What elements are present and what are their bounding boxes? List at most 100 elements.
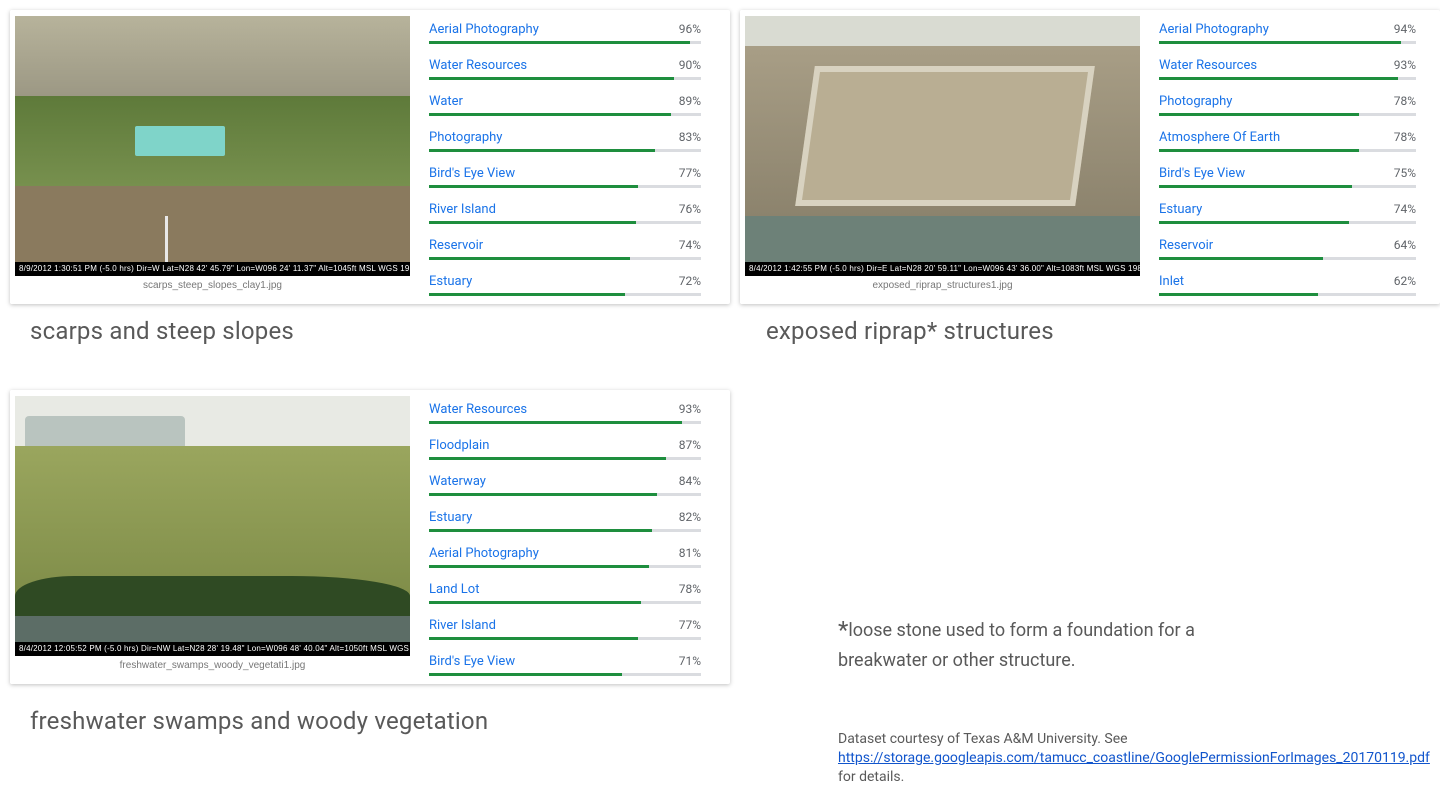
label-row: Water Resources 93% xyxy=(429,396,701,432)
result-card-swamps: 8/4/2012 12:05:52 PM (-5.0 hrs) Dir=NW L… xyxy=(10,390,730,684)
dataset-credits: Dataset courtesy of Texas A&M University… xyxy=(838,730,1418,787)
label-row: Aerial Photography 96% xyxy=(429,16,701,52)
label-name[interactable]: Waterway xyxy=(429,474,486,489)
label-row: Estuary 72% xyxy=(429,268,701,304)
label-name[interactable]: Reservoir xyxy=(1159,238,1213,253)
thumbnail-scarps[interactable]: 8/9/2012 1:30:51 PM (-5.0 hrs) Dir=W Lat… xyxy=(15,16,410,276)
label-name[interactable]: River Island xyxy=(429,618,496,633)
confidence-bar xyxy=(429,637,701,640)
image-metadata-overlay: 8/4/2012 12:05:52 PM (-5.0 hrs) Dir=NW L… xyxy=(15,642,410,656)
label-row: Water 89% xyxy=(429,88,701,124)
labels-list: Aerial Photography96%Water Resources90%W… xyxy=(415,10,715,304)
confidence-bar xyxy=(1159,221,1416,224)
label-row: Floodplain 87% xyxy=(429,432,701,468)
label-name[interactable]: Estuary xyxy=(429,274,472,289)
credits-link[interactable]: https://storage.googleapis.com/tamucc_co… xyxy=(838,750,1430,766)
label-row: River Island76% xyxy=(429,196,701,232)
label-row: Land Lot 78% xyxy=(429,576,701,612)
label-name[interactable]: Estuary xyxy=(1159,202,1202,217)
label-percent: 78% xyxy=(1394,94,1416,108)
thumbnail-filename: exposed_riprap_structures1.jpg xyxy=(872,276,1012,297)
label-row: Estuary 82% xyxy=(429,504,701,540)
label-percent: 77% xyxy=(679,618,701,632)
confidence-bar xyxy=(429,421,701,424)
label-percent: 71% xyxy=(679,654,701,668)
confidence-bar xyxy=(429,293,701,296)
label-name[interactable]: Water Resources xyxy=(429,58,527,73)
image-metadata-overlay: 8/9/2012 1:30:51 PM (-5.0 hrs) Dir=W Lat… xyxy=(15,262,410,276)
result-card-scarps: 8/9/2012 1:30:51 PM (-5.0 hrs) Dir=W Lat… xyxy=(10,10,730,304)
label-percent: 81% xyxy=(679,546,701,560)
label-percent: 96% xyxy=(679,22,701,36)
label-row: Waterway 84% xyxy=(429,468,701,504)
confidence-bar xyxy=(429,601,701,604)
confidence-bar xyxy=(429,113,701,116)
label-name[interactable]: Estuary xyxy=(429,510,472,525)
label-percent: 87% xyxy=(679,438,701,452)
label-row: Reservoir 64% xyxy=(1159,232,1416,268)
label-name[interactable]: Aerial Photography xyxy=(429,22,539,37)
credits-suffix: for details. xyxy=(838,769,904,785)
label-row: River Island 77% xyxy=(429,612,701,648)
label-name[interactable]: Floodplain xyxy=(429,438,489,453)
label-row: Photography 83% xyxy=(429,124,701,160)
image-column: 8/4/2012 12:05:52 PM (-5.0 hrs) Dir=NW L… xyxy=(10,390,415,684)
label-name[interactable]: Atmosphere Of Earth xyxy=(1159,130,1280,145)
label-name[interactable]: River Island xyxy=(429,202,496,217)
label-percent: 75% xyxy=(1394,166,1416,180)
confidence-bar xyxy=(429,149,701,152)
label-row: Aerial Photography 94% xyxy=(1159,16,1416,52)
label-name[interactable]: Inlet xyxy=(1159,274,1184,289)
label-row: Aerial Photography 81% xyxy=(429,540,701,576)
label-percent: 89% xyxy=(679,94,701,108)
confidence-bar xyxy=(1159,293,1416,296)
label-name[interactable]: Land Lot xyxy=(429,582,479,597)
label-percent: 72% xyxy=(679,274,701,288)
label-name[interactable]: Aerial Photography xyxy=(429,546,539,561)
label-name[interactable]: Water Resources xyxy=(429,402,527,417)
label-name[interactable]: Photography xyxy=(429,130,502,145)
confidence-bar xyxy=(429,565,701,568)
label-row: Water Resources93% xyxy=(1159,52,1416,88)
footnote-text: loose stone used to form a foundation fo… xyxy=(838,620,1195,671)
thumbnail-riprap[interactable]: 8/4/2012 1:42:55 PM (-5.0 hrs) Dir=E Lat… xyxy=(745,16,1140,276)
label-percent: 82% xyxy=(679,510,701,524)
image-column: 8/4/2012 1:42:55 PM (-5.0 hrs) Dir=E Lat… xyxy=(740,10,1145,304)
label-name[interactable]: Aerial Photography xyxy=(1159,22,1269,37)
label-name[interactable]: Reservoir xyxy=(429,238,483,253)
label-name[interactable]: Water xyxy=(429,94,463,109)
label-row: Bird's Eye View 75% xyxy=(1159,160,1416,196)
thumbnail-filename: freshwater_swamps_woody_vegetati1.jpg xyxy=(120,656,306,677)
label-row: Water Resources90% xyxy=(429,52,701,88)
confidence-bar xyxy=(429,673,701,676)
label-percent: 83% xyxy=(679,130,701,144)
label-name[interactable]: Bird's Eye View xyxy=(429,654,515,669)
label-name[interactable]: Bird's Eye View xyxy=(1159,166,1245,181)
label-percent: 94% xyxy=(1394,22,1416,36)
label-percent: 78% xyxy=(679,582,701,596)
thumbnail-swamps[interactable]: 8/4/2012 12:05:52 PM (-5.0 hrs) Dir=NW L… xyxy=(15,396,410,656)
label-name[interactable]: Bird's Eye View xyxy=(429,166,515,181)
footnote-star: * xyxy=(838,616,848,644)
credits-prefix: Dataset courtesy of Texas A&M University… xyxy=(838,731,1128,747)
label-name[interactable]: Photography xyxy=(1159,94,1232,109)
label-percent: 77% xyxy=(679,166,701,180)
label-name[interactable]: Water Resources xyxy=(1159,58,1257,73)
label-row: Photography 78% xyxy=(1159,88,1416,124)
label-percent: 93% xyxy=(679,402,701,416)
label-percent: 62% xyxy=(1394,274,1416,288)
label-percent: 74% xyxy=(1394,202,1416,216)
label-percent: 64% xyxy=(1394,238,1416,252)
footnote: *loose stone used to form a foundation f… xyxy=(838,613,1278,674)
thumbnail-filename: scarps_steep_slopes_clay1.jpg xyxy=(143,276,282,297)
image-metadata-overlay: 8/4/2012 1:42:55 PM (-5.0 hrs) Dir=E Lat… xyxy=(745,262,1140,276)
label-percent: 84% xyxy=(679,474,701,488)
confidence-bar xyxy=(429,257,701,260)
label-row: Bird's Eye View 71% xyxy=(429,648,701,684)
label-row: Reservoir74% xyxy=(429,232,701,268)
confidence-bar xyxy=(429,221,701,224)
confidence-bar xyxy=(429,41,701,44)
confidence-bar xyxy=(1159,257,1416,260)
card-caption-riprap: exposed riprap* structures xyxy=(766,317,1054,345)
label-row: Atmosphere Of Earth78% xyxy=(1159,124,1416,160)
